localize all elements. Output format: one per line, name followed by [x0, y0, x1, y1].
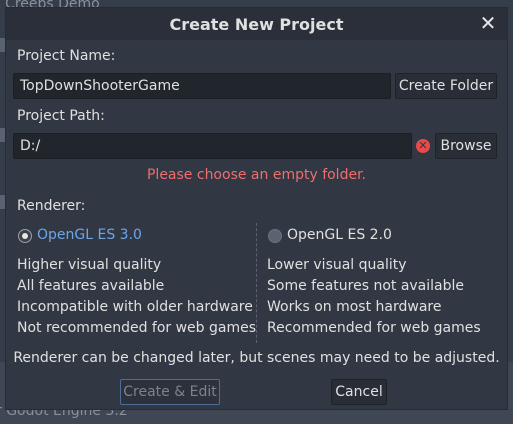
project-name-label: Project Name: [17, 48, 116, 64]
renderer-gles2-radio[interactable] [268, 229, 282, 243]
gles2-feature-line: Some features not available [267, 278, 465, 294]
gles3-feature-line: Incompatible with older hardware [17, 299, 253, 315]
gles2-feature-line: Recommended for web games [267, 320, 481, 336]
dialog-titlebar: Create New Project ✕ [6, 8, 507, 40]
close-icon[interactable]: ✕ [477, 12, 499, 34]
renderer-label: Renderer: [17, 198, 86, 214]
create-project-dialog: Create New Project ✕ Project Name: TopDo… [5, 7, 508, 410]
gles3-feature-line: Higher visual quality [17, 257, 162, 273]
gles3-feature-line: Not recommended for web games [17, 320, 257, 336]
dialog-title: Create New Project [169, 15, 344, 34]
browse-button[interactable]: Browse [435, 133, 497, 159]
create-folder-button[interactable]: Create Folder [395, 73, 497, 99]
renderer-gles3-radio[interactable] [18, 229, 32, 243]
renderer-divider [256, 223, 257, 343]
create-and-edit-button[interactable]: Create & Edit [120, 379, 220, 405]
renderer-note: Renderer can be changed later, but scene… [13, 350, 500, 366]
project-name-input[interactable]: TopDownShooterGame [13, 73, 391, 99]
cancel-button[interactable]: Cancel [331, 379, 387, 405]
path-error-message: Please choose an empty folder. [146, 167, 366, 183]
gles3-feature-line: All features available [17, 278, 165, 294]
project-path-label: Project Path: [17, 108, 105, 124]
gles2-feature-line: Works on most hardware [267, 299, 442, 315]
error-icon: ✕ [416, 139, 430, 153]
gles2-feature-line: Lower visual quality [267, 257, 407, 273]
renderer-gles3-label[interactable]: OpenGL ES 3.0 [37, 227, 142, 243]
project-path-input[interactable]: D:/ [13, 133, 412, 159]
renderer-gles2-label[interactable]: OpenGL ES 2.0 [287, 227, 392, 243]
